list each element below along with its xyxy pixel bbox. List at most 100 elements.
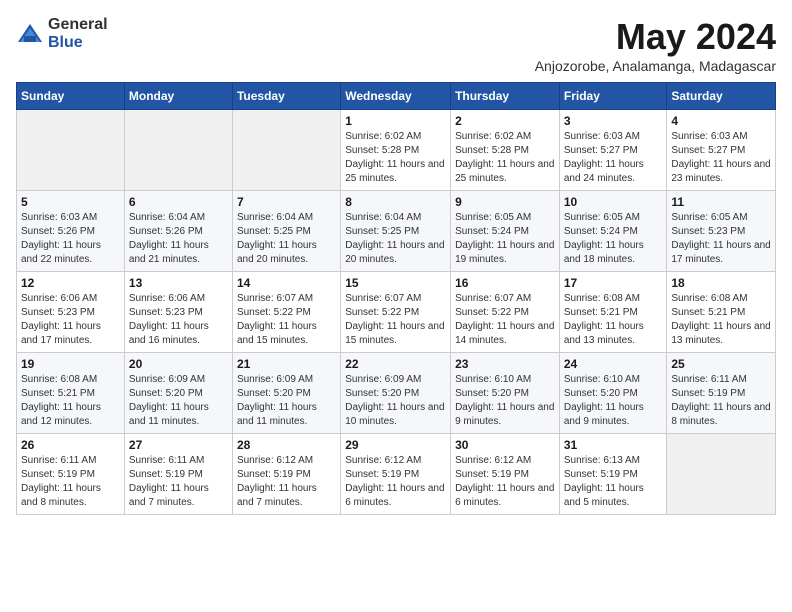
month-title: May 2024: [535, 16, 776, 58]
day-number: 4: [671, 114, 771, 128]
calendar-cell: 14 Sunrise: 6:07 AM Sunset: 5:22 PM Dayli…: [232, 272, 340, 353]
day-info: Sunrise: 6:03 AM Sunset: 5:26 PM Dayligh…: [21, 211, 120, 267]
day-number: 2: [455, 114, 555, 128]
day-number: 17: [564, 276, 663, 290]
day-info: Sunrise: 6:09 AM Sunset: 5:20 PM Dayligh…: [237, 373, 336, 429]
calendar-cell: 27 Sunrise: 6:11 AM Sunset: 5:19 PM Dayli…: [124, 434, 232, 515]
day-number: 23: [455, 357, 555, 371]
calendar-cell: 4 Sunrise: 6:03 AM Sunset: 5:27 PM Daylig…: [667, 110, 776, 191]
logo-icon: [16, 20, 44, 48]
calendar-cell: [124, 110, 232, 191]
day-number: 24: [564, 357, 663, 371]
calendar-cell: 13 Sunrise: 6:06 AM Sunset: 5:23 PM Dayli…: [124, 272, 232, 353]
weekday-header: Sunday: [17, 83, 125, 110]
calendar-cell: 2 Sunrise: 6:02 AM Sunset: 5:28 PM Daylig…: [451, 110, 560, 191]
day-info: Sunrise: 6:05 AM Sunset: 5:24 PM Dayligh…: [455, 211, 555, 267]
calendar-cell: 20 Sunrise: 6:09 AM Sunset: 5:20 PM Dayli…: [124, 353, 232, 434]
day-info: Sunrise: 6:07 AM Sunset: 5:22 PM Dayligh…: [455, 292, 555, 348]
day-info: Sunrise: 6:02 AM Sunset: 5:28 PM Dayligh…: [455, 130, 555, 186]
day-info: Sunrise: 6:04 AM Sunset: 5:25 PM Dayligh…: [237, 211, 336, 267]
calendar-cell: 30 Sunrise: 6:12 AM Sunset: 5:19 PM Dayli…: [451, 434, 560, 515]
calendar-cell: [232, 110, 340, 191]
calendar-week-row: 12 Sunrise: 6:06 AM Sunset: 5:23 PM Dayli…: [17, 272, 776, 353]
day-number: 20: [129, 357, 228, 371]
day-number: 7: [237, 195, 336, 209]
day-info: Sunrise: 6:04 AM Sunset: 5:25 PM Dayligh…: [345, 211, 446, 267]
calendar-week-row: 5 Sunrise: 6:03 AM Sunset: 5:26 PM Daylig…: [17, 191, 776, 272]
calendar-cell: 17 Sunrise: 6:08 AM Sunset: 5:21 PM Dayli…: [559, 272, 667, 353]
weekday-header: Monday: [124, 83, 232, 110]
day-info: Sunrise: 6:03 AM Sunset: 5:27 PM Dayligh…: [671, 130, 771, 186]
day-info: Sunrise: 6:08 AM Sunset: 5:21 PM Dayligh…: [671, 292, 771, 348]
day-info: Sunrise: 6:05 AM Sunset: 5:23 PM Dayligh…: [671, 211, 771, 267]
weekday-header: Saturday: [667, 83, 776, 110]
day-info: Sunrise: 6:08 AM Sunset: 5:21 PM Dayligh…: [21, 373, 120, 429]
day-info: Sunrise: 6:06 AM Sunset: 5:23 PM Dayligh…: [129, 292, 228, 348]
logo: General Blue: [16, 16, 108, 51]
logo-blue: Blue: [48, 34, 108, 52]
day-number: 30: [455, 438, 555, 452]
day-info: Sunrise: 6:05 AM Sunset: 5:24 PM Dayligh…: [564, 211, 663, 267]
day-info: Sunrise: 6:09 AM Sunset: 5:20 PM Dayligh…: [129, 373, 228, 429]
calendar-cell: [667, 434, 776, 515]
day-number: 14: [237, 276, 336, 290]
weekday-header: Tuesday: [232, 83, 340, 110]
calendar-cell: 29 Sunrise: 6:12 AM Sunset: 5:19 PM Dayli…: [341, 434, 451, 515]
day-number: 13: [129, 276, 228, 290]
day-number: 21: [237, 357, 336, 371]
calendar-cell: 25 Sunrise: 6:11 AM Sunset: 5:19 PM Dayli…: [667, 353, 776, 434]
calendar-cell: 23Sunrise: 6:10 AM Sunset: 5:20 PM Dayli…: [451, 353, 560, 434]
calendar-cell: 24 Sunrise: 6:10 AM Sunset: 5:20 PM Dayli…: [559, 353, 667, 434]
day-number: 25: [671, 357, 771, 371]
weekday-header: Wednesday: [341, 83, 451, 110]
day-number: 12: [21, 276, 120, 290]
day-info: Sunrise: 6:11 AM Sunset: 5:19 PM Dayligh…: [129, 454, 228, 510]
calendar-week-row: 19Sunrise: 6:08 AM Sunset: 5:21 PM Dayli…: [17, 353, 776, 434]
location: Anjozorobe, Analamanga, Madagascar: [535, 58, 776, 74]
calendar-week-row: 26Sunrise: 6:11 AM Sunset: 5:19 PM Dayli…: [17, 434, 776, 515]
title-block: May 2024 Anjozorobe, Analamanga, Madagas…: [535, 16, 776, 74]
day-number: 3: [564, 114, 663, 128]
calendar-cell: 22 Sunrise: 6:09 AM Sunset: 5:20 PM Dayli…: [341, 353, 451, 434]
calendar-cell: 18Sunrise: 6:08 AM Sunset: 5:21 PM Dayli…: [667, 272, 776, 353]
logo-general: General: [48, 16, 108, 34]
calendar-cell: 19Sunrise: 6:08 AM Sunset: 5:21 PM Dayli…: [17, 353, 125, 434]
day-info: Sunrise: 6:12 AM Sunset: 5:19 PM Dayligh…: [345, 454, 446, 510]
day-info: Sunrise: 6:12 AM Sunset: 5:19 PM Dayligh…: [237, 454, 336, 510]
calendar-cell: [17, 110, 125, 191]
calendar-cell: 1 Sunrise: 6:02 AM Sunset: 5:28 PM Daylig…: [341, 110, 451, 191]
day-number: 15: [345, 276, 446, 290]
calendar-cell: 12 Sunrise: 6:06 AM Sunset: 5:23 PM Dayli…: [17, 272, 125, 353]
calendar-header-row: SundayMondayTuesdayWednesdayThursdayFrid…: [17, 83, 776, 110]
day-number: 28: [237, 438, 336, 452]
day-info: Sunrise: 6:02 AM Sunset: 5:28 PM Dayligh…: [345, 130, 446, 186]
day-info: Sunrise: 6:08 AM Sunset: 5:21 PM Dayligh…: [564, 292, 663, 348]
day-number: 29: [345, 438, 446, 452]
calendar-cell: 28 Sunrise: 6:12 AM Sunset: 5:19 PM Dayli…: [232, 434, 340, 515]
day-number: 27: [129, 438, 228, 452]
day-number: 8: [345, 195, 446, 209]
day-number: 22: [345, 357, 446, 371]
day-info: Sunrise: 6:11 AM Sunset: 5:19 PM Dayligh…: [21, 454, 120, 510]
calendar-cell: 16Sunrise: 6:07 AM Sunset: 5:22 PM Dayli…: [451, 272, 560, 353]
day-info: Sunrise: 6:03 AM Sunset: 5:27 PM Dayligh…: [564, 130, 663, 186]
day-info: Sunrise: 6:12 AM Sunset: 5:19 PM Dayligh…: [455, 454, 555, 510]
day-info: Sunrise: 6:06 AM Sunset: 5:23 PM Dayligh…: [21, 292, 120, 348]
calendar-cell: 31Sunrise: 6:13 AM Sunset: 5:19 PM Dayli…: [559, 434, 667, 515]
day-number: 5: [21, 195, 120, 209]
calendar-cell: 11Sunrise: 6:05 AM Sunset: 5:23 PM Dayli…: [667, 191, 776, 272]
day-info: Sunrise: 6:07 AM Sunset: 5:22 PM Dayligh…: [237, 292, 336, 348]
calendar-week-row: 1 Sunrise: 6:02 AM Sunset: 5:28 PM Daylig…: [17, 110, 776, 191]
calendar-cell: 26Sunrise: 6:11 AM Sunset: 5:19 PM Dayli…: [17, 434, 125, 515]
day-info: Sunrise: 6:11 AM Sunset: 5:19 PM Dayligh…: [671, 373, 771, 429]
calendar-cell: 5 Sunrise: 6:03 AM Sunset: 5:26 PM Daylig…: [17, 191, 125, 272]
day-number: 9: [455, 195, 555, 209]
day-info: Sunrise: 6:07 AM Sunset: 5:22 PM Dayligh…: [345, 292, 446, 348]
calendar-cell: 15 Sunrise: 6:07 AM Sunset: 5:22 PM Dayli…: [341, 272, 451, 353]
calendar-cell: 9 Sunrise: 6:05 AM Sunset: 5:24 PM Daylig…: [451, 191, 560, 272]
calendar-cell: 7 Sunrise: 6:04 AM Sunset: 5:25 PM Daylig…: [232, 191, 340, 272]
day-info: Sunrise: 6:10 AM Sunset: 5:20 PM Dayligh…: [564, 373, 663, 429]
day-number: 1: [345, 114, 446, 128]
day-number: 6: [129, 195, 228, 209]
day-info: Sunrise: 6:09 AM Sunset: 5:20 PM Dayligh…: [345, 373, 446, 429]
